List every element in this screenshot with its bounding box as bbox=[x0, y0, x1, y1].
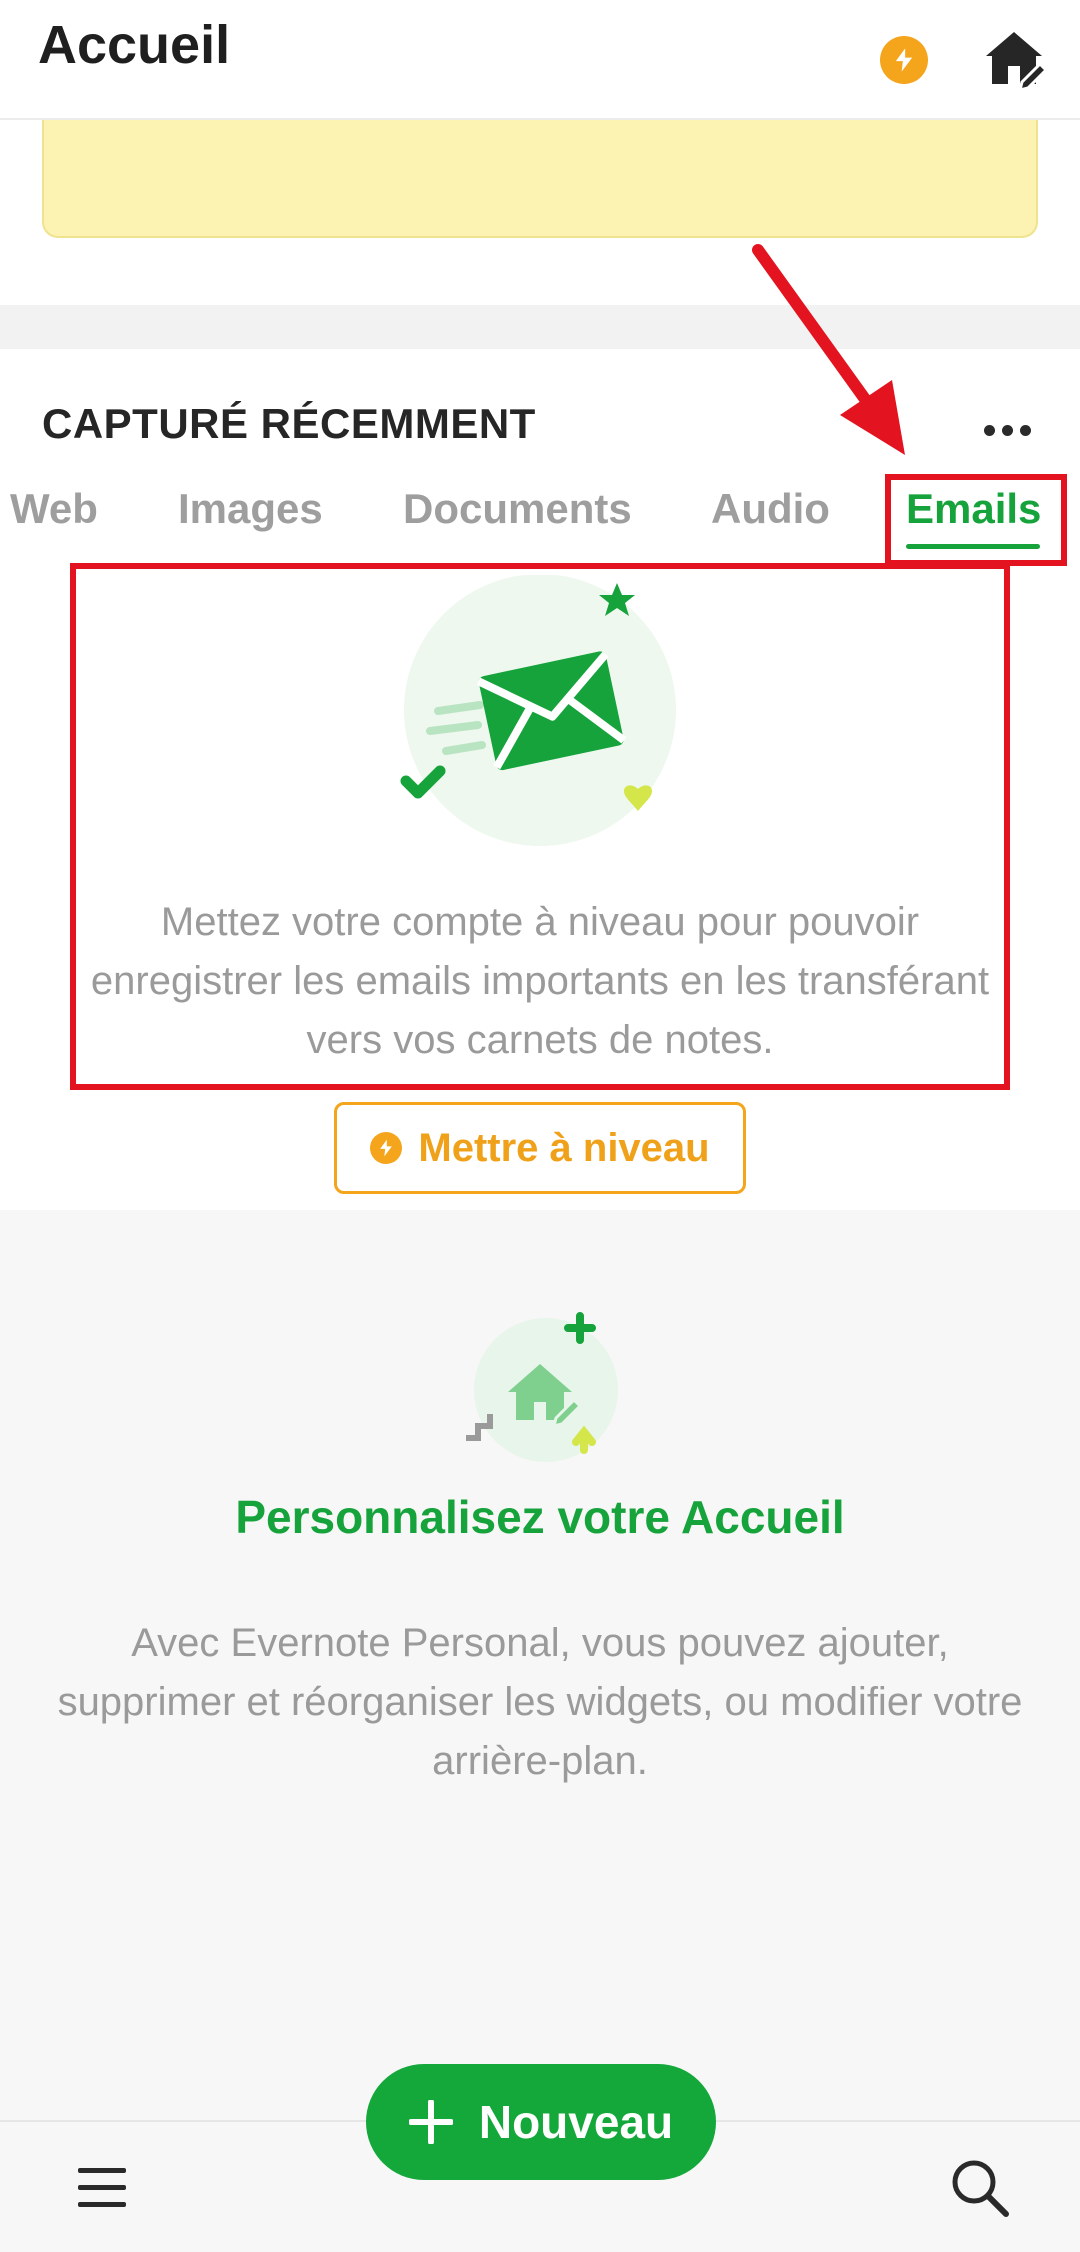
personalize-title: Personnalisez votre Accueil bbox=[235, 1491, 845, 1543]
note-widget[interactable] bbox=[42, 120, 1038, 238]
page-title: Accueil bbox=[38, 15, 231, 75]
tab-images[interactable]: Images bbox=[178, 485, 323, 533]
tab-web[interactable]: Web bbox=[10, 485, 98, 533]
upgrade-button-label: Mettre à niveau bbox=[418, 1125, 710, 1170]
home-customize-icon bbox=[466, 1312, 618, 1462]
new-note-button[interactable]: Nouveau bbox=[366, 2064, 716, 2180]
emails-upgrade-message: Mettez votre compte à niveau pour pouvoi… bbox=[90, 900, 990, 1062]
annotation-arrow-icon bbox=[752, 244, 905, 455]
plus-icon bbox=[408, 2100, 453, 2144]
search-icon[interactable] bbox=[948, 2156, 1012, 2220]
more-horizontal-icon[interactable] bbox=[978, 410, 1038, 450]
menu-icon[interactable] bbox=[78, 2168, 128, 2208]
section-title: CAPTURÉ RÉCEMMENT bbox=[42, 400, 536, 447]
personalize-description: Avec Evernote Personal, vous pouvez ajou… bbox=[57, 1621, 1023, 1783]
home-edit-icon[interactable] bbox=[980, 24, 1048, 92]
tab-audio[interactable]: Audio bbox=[711, 485, 830, 533]
envelope-icon bbox=[400, 575, 676, 846]
new-note-button-label: Nouveau bbox=[478, 2096, 674, 2148]
lightning-icon[interactable] bbox=[880, 36, 928, 84]
app-header: Accueil bbox=[0, 0, 1080, 120]
annotation-tab-highlight bbox=[885, 474, 1067, 566]
lightning-icon bbox=[370, 1132, 403, 1164]
upgrade-button[interactable]: Mettre à niveau bbox=[334, 1102, 746, 1194]
tab-documents[interactable]: Documents bbox=[403, 485, 632, 533]
